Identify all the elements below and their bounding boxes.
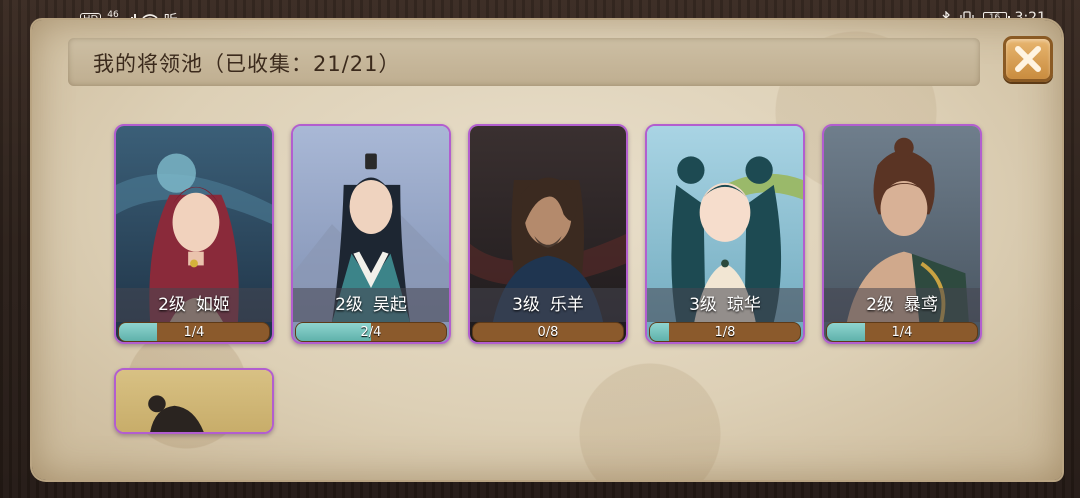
page-title: 我的将领池（已收集：21/21） (93, 52, 401, 76)
network-type: 46 (107, 10, 119, 20)
close-icon (1015, 46, 1041, 72)
general-card[interactable]: 3级 琼华 1/8 (645, 124, 805, 344)
progress-text: 1/4 (891, 325, 913, 340)
card-name: 如姬 (195, 295, 230, 315)
progress-text: 1/8 (714, 325, 736, 340)
card-label: 2级 吴起 (293, 288, 449, 322)
card-label: 2级 暴鸢 (824, 288, 980, 322)
progress-text: 2/4 (360, 325, 382, 340)
general-card[interactable]: 2级 暴鸢 1/4 (822, 124, 982, 344)
card-progress-bar: 1/4 (826, 322, 978, 342)
card-label: 3级 乐羊 (470, 288, 626, 322)
card-level: 2级 (335, 295, 363, 315)
title-bar: 我的将领池（已收集：21/21） (68, 38, 980, 86)
general-card[interactable]: 2级 如姬 1/4 (114, 124, 274, 344)
card-label: 2级 如姬 (116, 288, 272, 322)
card-name: 暴鸢 (903, 295, 938, 315)
card-progress-bar: 0/8 (472, 322, 624, 342)
card-progress-bar: 1/4 (118, 322, 270, 342)
close-button[interactable] (1003, 36, 1053, 82)
card-progress-bar: 1/8 (649, 322, 801, 342)
progress-text: 0/8 (537, 325, 559, 340)
card-level: 3级 (689, 295, 717, 315)
general-card[interactable] (114, 368, 274, 434)
general-portrait (116, 370, 272, 432)
general-card[interactable]: 2级 吴起 2/4 (291, 124, 451, 344)
card-label: 3级 琼华 (647, 288, 803, 322)
card-name: 琼华 (726, 295, 761, 315)
card-level: 2级 (866, 295, 894, 315)
general-card[interactable]: 3级 乐羊 0/8 (468, 124, 628, 344)
card-level: 2级 (158, 295, 186, 315)
card-progress-bar: 2/4 (295, 322, 447, 342)
card-name: 吴起 (372, 295, 407, 315)
progress-text: 1/4 (183, 325, 205, 340)
card-name: 乐羊 (549, 295, 584, 315)
card-level: 3级 (512, 295, 540, 315)
